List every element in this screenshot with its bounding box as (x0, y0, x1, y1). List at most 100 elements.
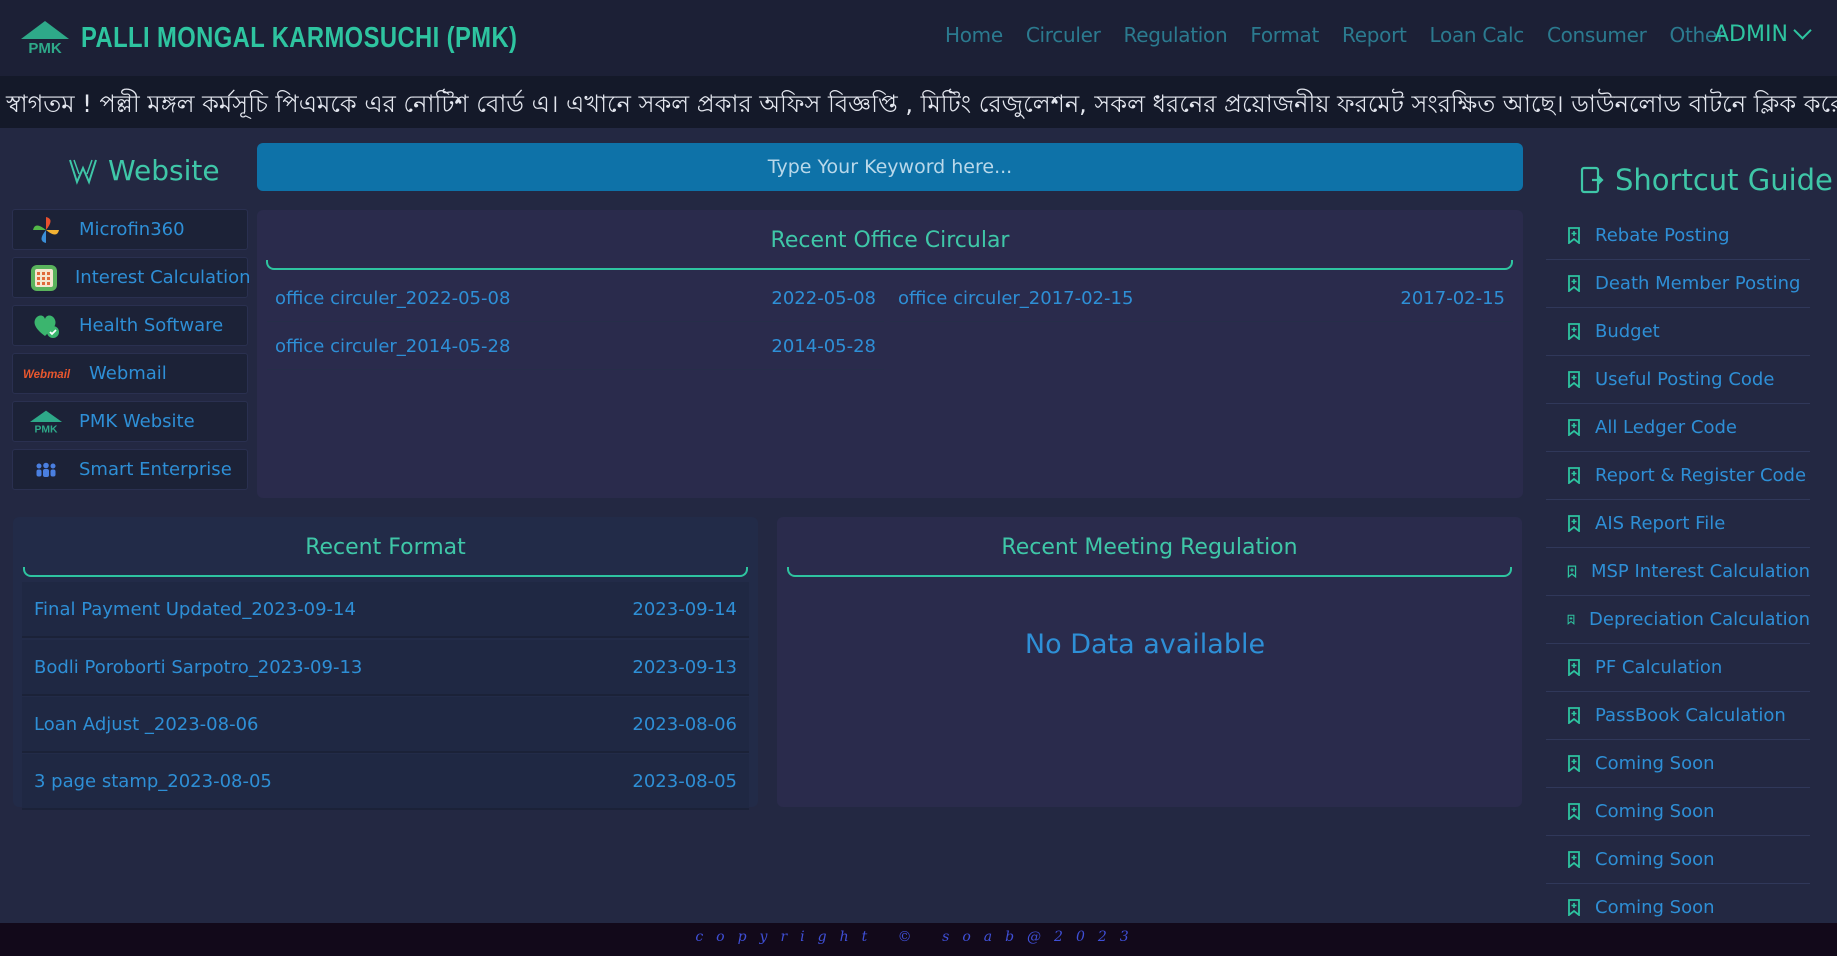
nav-home[interactable]: Home (945, 23, 1003, 47)
shortcut-item-label: Coming Soon (1595, 897, 1715, 918)
shortcut-item-label: MSP Interest Calculation (1590, 561, 1810, 582)
format-item[interactable]: Bodli Poroborti Sarpotro_2023-09-13 2023… (22, 640, 749, 696)
bookmark-icon (1568, 227, 1580, 244)
copyright-text: copyright © soab@2023 (695, 929, 1142, 945)
svg-text:Webmail: Webmail (23, 369, 71, 381)
shortcut-item[interactable]: Coming Soon (1546, 740, 1810, 788)
search-input[interactable] (257, 143, 1523, 191)
website-item-pmk-website[interactable]: PMK PMK Website (12, 401, 248, 442)
shortcut-item[interactable]: AIS Report File (1546, 500, 1810, 548)
pinwheel-icon (29, 215, 63, 245)
circular-item-name: office circuler_2014-05-28 (275, 336, 511, 357)
website-item-label: Microfin360 (79, 219, 185, 240)
nav-circuler[interactable]: Circuler (1026, 23, 1101, 47)
meeting-panel-title: Recent Meeting Regulation (1001, 535, 1298, 560)
shortcut-item-label: Death Member Posting (1595, 273, 1801, 294)
heart-check-icon (29, 311, 63, 341)
chevron-down-icon (1793, 21, 1812, 40)
circular-item[interactable]: office circuler_2014-05-28 2014-05-28 (267, 324, 884, 370)
bookmark-icon (1567, 565, 1577, 579)
format-item-date: 2023-09-13 (632, 656, 737, 678)
website-item-label: Health Software (79, 315, 224, 336)
format-panel: Recent Format Final Payment Updated_2023… (13, 517, 758, 810)
shortcut-item-label: Depreciation Calculation (1589, 609, 1810, 630)
top-navbar: PMK PALLI MONGAL KARMOSUCHI (PMK) Home C… (0, 0, 1837, 76)
shortcut-item[interactable]: Useful Posting Code (1546, 356, 1810, 404)
circular-item-date: 2022-05-08 (771, 288, 876, 309)
shortcut-item[interactable]: Coming Soon (1546, 788, 1810, 836)
svg-text:PMK: PMK (34, 424, 58, 435)
nav-loan-calc[interactable]: Loan Calc (1430, 23, 1525, 47)
bookmark-icon (1568, 275, 1580, 292)
website-item-label: Webmail (89, 363, 167, 384)
shortcut-item[interactable]: PF Calculation (1546, 644, 1810, 692)
bookmark-icon (1568, 323, 1580, 340)
format-item-name: Final Payment Updated_2023-09-14 (34, 598, 356, 620)
brand-title: PALLI MONGAL KARMOSUCHI (PMK) (81, 21, 518, 54)
bookmark-icon (1568, 515, 1580, 532)
nav-report[interactable]: Report (1342, 23, 1407, 47)
shortcut-item-label: Budget (1595, 321, 1660, 342)
website-item-health-software[interactable]: Health Software (12, 305, 248, 346)
admin-menu[interactable]: ADMIN (1714, 21, 1812, 47)
main-nav: Home Circuler Regulation Format Report L… (945, 0, 1748, 70)
circular-item[interactable]: office circuler_2022-05-08 2022-05-08 (267, 276, 884, 322)
svg-text:PMK: PMK (28, 40, 62, 57)
shortcut-item[interactable]: Rebate Posting (1546, 212, 1810, 260)
shortcut-item[interactable]: PassBook Calculation (1546, 692, 1810, 740)
format-item[interactable]: Loan Adjust _2023-08-06 2023-08-06 (22, 697, 749, 753)
shortcut-section-title: Shortcut Guide (1580, 163, 1833, 197)
nav-regulation[interactable]: Regulation (1124, 23, 1228, 47)
shortcut-item-label: Coming Soon (1595, 801, 1715, 822)
shortcut-item-label: Coming Soon (1595, 849, 1715, 870)
website-title-label: Website (108, 154, 220, 187)
circular-item-date: 2017-02-15 (1400, 288, 1505, 309)
circular-panel: Recent Office Circular office circuler_2… (257, 210, 1523, 498)
panel-divider (266, 260, 1513, 270)
format-item-date: 2023-08-06 (632, 713, 737, 735)
shortcut-item-label: Rebate Posting (1595, 225, 1730, 246)
shortcut-item-label: AIS Report File (1595, 513, 1726, 534)
pmk-logo-icon: PMK (29, 407, 63, 437)
shortcut-item-label: Coming Soon (1595, 753, 1715, 774)
bookmark-icon (1568, 755, 1580, 772)
shortcut-item[interactable]: Death Member Posting (1546, 260, 1810, 308)
format-item-date: 2023-08-05 (632, 770, 737, 792)
shortcut-item[interactable]: Coming Soon (1546, 836, 1810, 884)
nav-format[interactable]: Format (1250, 23, 1319, 47)
format-item[interactable]: 3 page stamp_2023-08-05 2023-08-05 (22, 754, 749, 810)
bookmark-icon (1568, 467, 1580, 484)
no-data-message: No Data available (1024, 629, 1266, 660)
shortcut-item-label: PassBook Calculation (1595, 705, 1786, 726)
bookmark-icon (1568, 707, 1580, 724)
footer: copyright © soab@2023 (0, 923, 1837, 956)
format-item-name: Bodli Poroborti Sarpotro_2023-09-13 (34, 656, 363, 678)
format-item-name: Loan Adjust _2023-08-06 (34, 713, 259, 735)
format-item-date: 2023-09-14 (632, 598, 737, 620)
website-item-microfin360[interactable]: Microfin360 (12, 209, 248, 250)
website-item-smart-enterprise[interactable]: Smart Enterprise (12, 449, 248, 490)
website-item-label: Smart Enterprise (79, 459, 232, 480)
website-item-interest-calculation[interactable]: Interest Calculation (12, 257, 251, 298)
marquee-text: স্বাগতম ! পল্লী মঙ্গল কর্মসূচি পিএমকে এর… (6, 90, 1837, 118)
shortcut-item[interactable]: All Ledger Code (1546, 404, 1810, 452)
pmk-logo-icon: PMK (19, 19, 71, 57)
shortcut-item-label: Report & Register Code (1595, 465, 1807, 486)
guide-icon (1580, 166, 1604, 194)
nav-consumer[interactable]: Consumer (1547, 23, 1647, 47)
webmail-logo-icon: Webmail (23, 359, 79, 389)
brand[interactable]: PMK PALLI MONGAL KARMOSUCHI (PMK) (19, 19, 613, 57)
format-item[interactable]: Final Payment Updated_2023-09-14 2023-09… (22, 582, 749, 638)
shortcut-item[interactable]: Depreciation Calculation (1546, 596, 1810, 644)
website-item-webmail[interactable]: Webmail Webmail (12, 353, 248, 394)
shortcut-item[interactable]: Budget (1546, 308, 1810, 356)
bookmark-icon (1568, 371, 1580, 388)
circular-item[interactable]: office circuler_2017-02-15 2017-02-15 (890, 276, 1513, 322)
shortcut-item[interactable]: Report & Register Code (1546, 452, 1810, 500)
bookmark-icon (1568, 803, 1580, 820)
format-panel-title: Recent Format (305, 535, 466, 560)
shortcut-item-label: Useful Posting Code (1595, 369, 1775, 390)
shortcut-item-label: PF Calculation (1595, 657, 1723, 678)
shortcut-item[interactable]: MSP Interest Calculation (1546, 548, 1810, 596)
website-item-label: PMK Website (79, 411, 195, 432)
